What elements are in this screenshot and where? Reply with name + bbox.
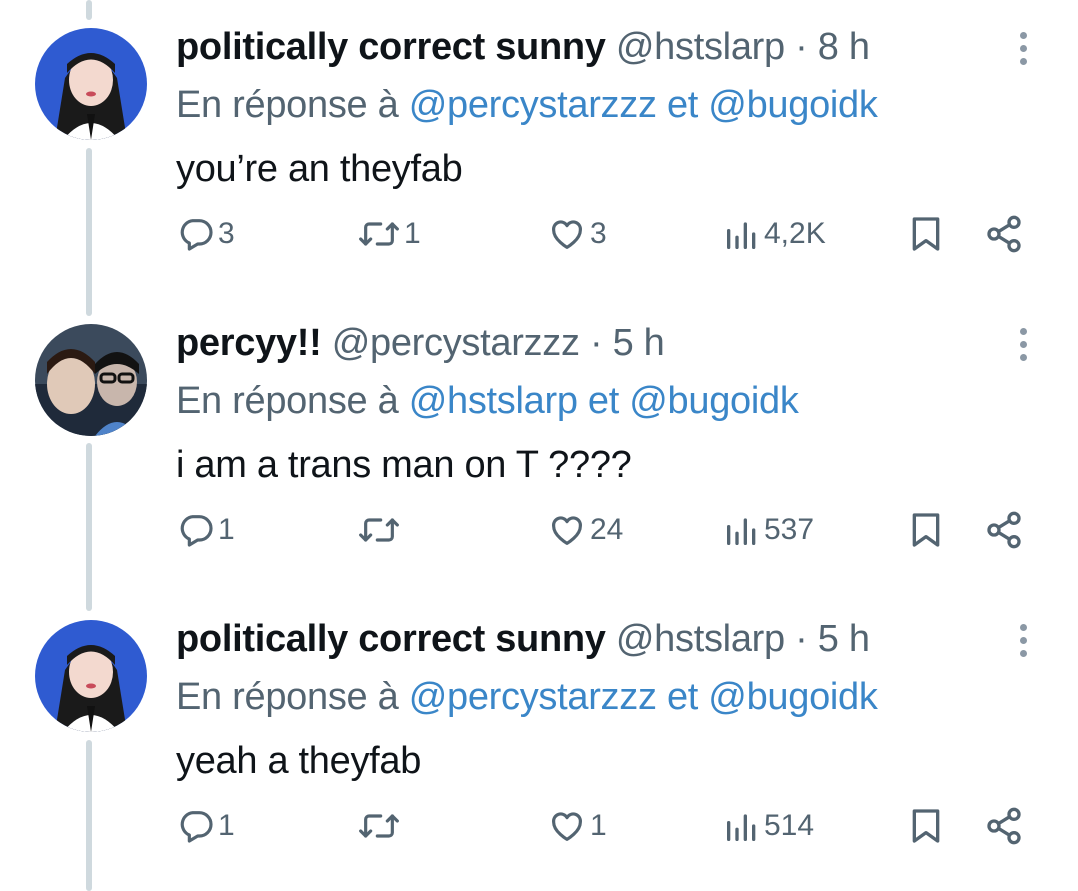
reply-joiner: et — [666, 84, 699, 126]
display-name[interactable]: politically correct sunny — [176, 618, 606, 660]
display-name[interactable]: politically correct sunny — [176, 26, 606, 68]
bookmark-icon — [912, 809, 940, 843]
reply-context: En réponse à @hstslarp et @bugoidk — [176, 378, 799, 424]
view-count: 537 — [764, 513, 815, 546]
user-handle[interactable]: @percystarzzz — [332, 322, 580, 364]
reply-joiner: et — [666, 676, 699, 718]
tweet-text: i am a trans man on T ???? — [176, 444, 632, 486]
bookmark-button[interactable] — [906, 800, 946, 852]
share-button[interactable] — [984, 208, 1024, 260]
bookmark-icon — [912, 217, 940, 251]
reply-prefix: En réponse à — [176, 380, 399, 422]
analytics-icon — [727, 814, 756, 841]
heart-icon — [552, 220, 582, 249]
like-button[interactable]: 1 — [546, 800, 607, 852]
analytics-icon — [727, 222, 756, 249]
separator-dot: · — [795, 26, 808, 68]
view-count: 4,2K — [764, 217, 826, 250]
timestamp[interactable]: 5 h — [613, 322, 665, 364]
share-icon — [987, 807, 1021, 845]
reply-count: 3 — [218, 217, 235, 250]
avatar[interactable] — [35, 28, 147, 140]
like-count: 3 — [590, 217, 607, 250]
action-bar: 1 24 537 — [0, 504, 1078, 556]
reply-context: En réponse à @percystarzzz et @bugoidk — [176, 674, 878, 720]
reply-button[interactable]: 1 — [176, 800, 235, 852]
more-options-icon[interactable] — [1010, 32, 1036, 72]
like-count: 24 — [590, 513, 624, 546]
tweet-header: politically correct sunny @hstslarp · 8 … — [176, 24, 870, 70]
tweet-text: you’re an theyfab — [176, 148, 463, 190]
bookmark-button[interactable] — [906, 504, 946, 556]
display-name[interactable]: percyy!! — [176, 322, 322, 364]
bookmark-icon — [912, 513, 940, 547]
tweet-header: percyy!! @percystarzzz · 5 h — [176, 320, 665, 366]
view-count: 514 — [764, 809, 815, 842]
reply-mention[interactable]: @bugoidk — [708, 84, 878, 126]
share-icon — [987, 511, 1021, 549]
tweet-text: yeah a theyfab — [176, 740, 422, 782]
retweet-icon — [359, 814, 399, 838]
retweet-count: 1 — [404, 217, 421, 250]
heart-icon — [552, 516, 582, 545]
heart-icon — [552, 812, 582, 841]
reply-button[interactable]: 1 — [176, 504, 235, 556]
reply-icon — [180, 811, 213, 843]
reply-icon — [180, 219, 213, 251]
avatar[interactable] — [35, 620, 147, 732]
reply-mention[interactable]: @bugoidk — [629, 380, 799, 422]
views-button[interactable]: 537 — [722, 504, 814, 556]
retweet-icon — [359, 222, 399, 246]
retweet-button[interactable]: 1 — [356, 208, 421, 260]
more-options-icon[interactable] — [1010, 328, 1036, 368]
timestamp[interactable]: 8 h — [818, 26, 870, 68]
separator-dot: · — [589, 322, 603, 364]
analytics-icon — [727, 518, 756, 545]
tweet[interactable]: percyy!! @percystarzzz · 5 h En réponse … — [0, 296, 1078, 591]
reply-icon — [180, 515, 213, 547]
share-icon — [987, 215, 1021, 253]
reply-mention[interactable]: @bugoidk — [708, 676, 878, 718]
action-bar: 3 1 3 4,2K — [0, 208, 1078, 260]
like-button[interactable]: 24 — [546, 504, 623, 556]
tweet-header: politically correct sunny @hstslarp · 5 … — [176, 616, 870, 662]
like-button[interactable]: 3 — [546, 208, 607, 260]
reply-count: 1 — [218, 809, 235, 842]
reply-mention[interactable]: @hstslarp — [409, 380, 578, 422]
reply-prefix: En réponse à — [176, 84, 399, 126]
retweet-button[interactable] — [356, 504, 404, 556]
separator-dot: · — [795, 618, 808, 660]
retweet-icon — [359, 518, 399, 542]
user-handle[interactable]: @hstslarp — [616, 618, 785, 660]
reply-context: En réponse à @percystarzzz et @bugoidk — [176, 82, 878, 128]
avatar[interactable] — [35, 324, 147, 436]
views-button[interactable]: 514 — [722, 800, 814, 852]
share-button[interactable] — [984, 800, 1024, 852]
retweet-button[interactable] — [356, 800, 404, 852]
share-button[interactable] — [984, 504, 1024, 556]
reply-button[interactable]: 3 — [176, 208, 235, 260]
timestamp[interactable]: 5 h — [818, 618, 870, 660]
tweet[interactable]: politically correct sunny @hstslarp · 5 … — [0, 592, 1078, 887]
tweet[interactable]: politically correct sunny @hstslarp · 8 … — [0, 0, 1078, 295]
views-button[interactable]: 4,2K — [722, 208, 826, 260]
reply-prefix: En réponse à — [176, 676, 399, 718]
bookmark-button[interactable] — [906, 208, 946, 260]
like-count: 1 — [590, 809, 607, 842]
reply-count: 1 — [218, 513, 235, 546]
reply-mention[interactable]: @percystarzzz — [409, 84, 657, 126]
more-options-icon[interactable] — [1010, 624, 1036, 664]
reply-joiner: et — [587, 380, 620, 422]
action-bar: 1 1 514 — [0, 800, 1078, 852]
user-handle[interactable]: @hstslarp — [616, 26, 785, 68]
reply-mention[interactable]: @percystarzzz — [409, 676, 657, 718]
